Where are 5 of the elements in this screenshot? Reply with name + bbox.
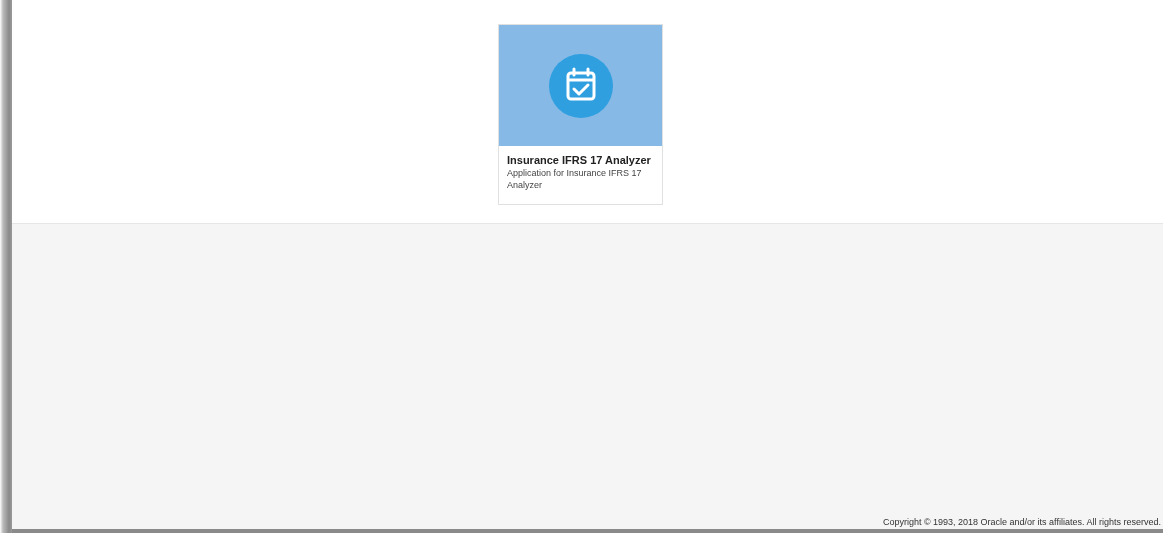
copyright-text: Copyright © 1993, 2018 Oracle and/or its affiliates. All rights reserved. (882, 517, 1161, 527)
app-title: Insurance IFRS 17 Analyzer (507, 154, 652, 166)
app-card[interactable]: Insurance IFRS 17 Analyzer Application for Insurance IFRS 17 Analyzer (498, 24, 663, 205)
app-description: Application for Insurance IFRS 17 Analyzer (507, 168, 643, 192)
calendar-check-icon (548, 53, 613, 118)
